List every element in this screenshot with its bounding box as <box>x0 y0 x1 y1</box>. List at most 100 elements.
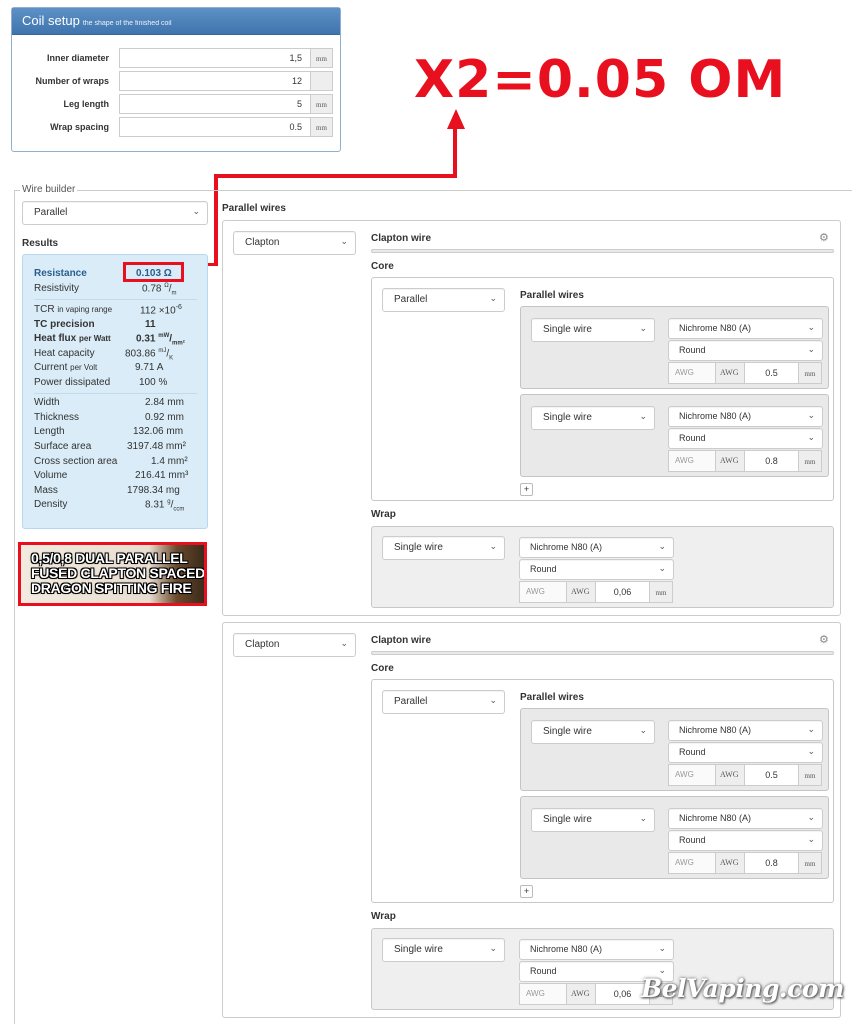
shape-select[interactable]: Round ⌄ <box>668 340 823 361</box>
awg-input[interactable]: AWG <box>519 983 567 1005</box>
result-value: 132.06 mm <box>133 426 184 437</box>
wire-kind-select[interactable]: Clapton ⌄ <box>233 633 356 657</box>
chevron-down-icon: ⌄ <box>807 746 815 756</box>
leg-length-input[interactable]: 5 <box>119 94 311 114</box>
result-label: Power dissipated <box>34 377 111 388</box>
result-label: Density <box>34 499 68 510</box>
shape-select[interactable]: Round ⌄ <box>668 742 823 763</box>
coil-row-wrap-spacing: Wrap spacing 0.5 mm <box>12 117 342 138</box>
field-label: Leg length <box>63 99 110 109</box>
material-select[interactable]: Nichrome N80 (A) ⌄ <box>668 720 823 741</box>
unit-addon: mm <box>798 362 822 384</box>
chevron-down-icon: ⌄ <box>489 541 497 551</box>
material-select[interactable]: Nichrome N80 (A) ⌄ <box>668 808 823 829</box>
awg-toggle-button[interactable]: AWG <box>566 581 596 603</box>
chevron-down-icon: ⌄ <box>639 411 647 421</box>
awg-input[interactable]: AWG <box>668 450 716 472</box>
awg-toggle-button[interactable]: AWG <box>566 983 596 1005</box>
strand-type-select[interactable]: Single wire ⌄ <box>531 318 655 342</box>
result-value: 1.4 mm² <box>151 456 188 467</box>
inner-diameter-input[interactable]: 1,5 <box>119 48 311 68</box>
coil-setup-header: Coil setup the shape of the finished coil <box>12 8 340 35</box>
wire-builder-legend: Wire builder <box>20 184 78 195</box>
diameter-input[interactable]: 0.5 <box>744 764 799 786</box>
result-label: TCR in vaping range <box>34 304 113 315</box>
chevron-down-icon: ⌄ <box>489 943 497 953</box>
result-label: Width <box>34 397 60 408</box>
unit-addon: mm <box>798 450 822 472</box>
annotation-text: X2=0.05 OM <box>414 50 787 110</box>
coil-setup-subtitle: the shape of the finished coil <box>82 20 172 27</box>
awg-input[interactable]: AWG <box>668 852 716 874</box>
strand-type-select[interactable]: Single wire ⌄ <box>531 720 655 744</box>
result-label: Length <box>34 426 65 437</box>
wire-type-select[interactable]: Parallel ⌄ <box>22 201 208 225</box>
core-type-select[interactable]: Parallel ⌄ <box>382 690 505 714</box>
core-type-select[interactable]: Parallel ⌄ <box>382 288 505 312</box>
awg-toggle-button[interactable]: AWG <box>715 764 745 786</box>
result-value: 803.86 mJ/K <box>125 348 174 362</box>
annotation-arrow-head <box>447 109 465 129</box>
field-label: Number of wraps <box>35 76 109 86</box>
watermark: BelVaping.com <box>640 974 845 1003</box>
wrap-type-select[interactable]: Single wire ⌄ <box>382 938 505 962</box>
coil-row-wraps: Number of wraps 12 <box>12 71 342 92</box>
awg-input[interactable]: AWG <box>668 362 716 384</box>
result-value: 3197.48 mm² <box>127 441 186 452</box>
awg-toggle-button[interactable]: AWG <box>715 362 745 384</box>
add-strand-button[interactable]: + <box>520 885 533 898</box>
result-label: Resistance <box>34 268 87 279</box>
wraps-input[interactable]: 12 <box>119 71 311 91</box>
core-label: Core <box>371 261 394 272</box>
chevron-down-icon: ⌄ <box>639 725 647 735</box>
chevron-down-icon: ⌄ <box>489 293 497 303</box>
material-select[interactable]: Nichrome N80 (A) ⌄ <box>668 318 823 339</box>
result-label: Surface area <box>34 441 92 452</box>
shape-select[interactable]: Round ⌄ <box>668 428 823 449</box>
diameter-input[interactable]: 0.5 <box>744 362 799 384</box>
gear-icon[interactable]: ⚙ <box>819 231 829 244</box>
unit-addon: mm <box>310 48 333 68</box>
progress-bar <box>371 249 834 253</box>
chevron-down-icon: ⌄ <box>807 344 815 354</box>
chevron-down-icon: ⌄ <box>658 943 666 953</box>
awg-toggle-button[interactable]: AWG <box>715 450 745 472</box>
strand-type-select[interactable]: Single wire ⌄ <box>531 808 655 832</box>
progress-bar <box>371 651 834 655</box>
chevron-down-icon: ⌄ <box>639 323 647 333</box>
thumbnail-caption: 0,5/0,8 DUAL PARALLEL FUSED CLAPTON SPAC… <box>31 550 205 596</box>
wrap-spacing-input[interactable]: 0.5 <box>119 117 311 137</box>
shape-select[interactable]: Round ⌄ <box>668 830 823 851</box>
wire-kind-select[interactable]: Clapton ⌄ <box>233 231 356 255</box>
strand-type-select[interactable]: Single wire ⌄ <box>531 406 655 430</box>
gear-icon[interactable]: ⚙ <box>819 633 829 646</box>
awg-toggle-button[interactable]: AWG <box>715 852 745 874</box>
result-label: Heat capacity <box>34 348 95 359</box>
coil-row-leg-length: Leg length 5 mm <box>12 94 342 115</box>
awg-input[interactable]: AWG <box>668 764 716 786</box>
add-strand-button[interactable]: + <box>520 483 533 496</box>
chevron-down-icon: ⌄ <box>807 812 815 822</box>
awg-input[interactable]: AWG <box>519 581 567 603</box>
wrap-shape-select[interactable]: Round ⌄ <box>519 559 674 580</box>
wrap-material-select[interactable]: Nichrome N80 (A) ⌄ <box>519 537 674 558</box>
result-value: 1798.34 mg <box>127 485 180 496</box>
chevron-down-icon: ⌄ <box>489 695 497 705</box>
wrap-material-select[interactable]: Nichrome N80 (A) ⌄ <box>519 939 674 960</box>
results-title: Results <box>22 238 59 249</box>
wrap-diameter-input[interactable]: 0,06 <box>595 581 650 603</box>
video-thumbnail[interactable]: 0,5/0,8 DUAL PARALLEL FUSED CLAPTON SPAC… <box>18 542 207 606</box>
diameter-input[interactable]: 0.8 <box>744 852 799 874</box>
chevron-down-icon: ⌄ <box>807 724 815 734</box>
clapton-wire-title: Clapton wire <box>371 233 432 244</box>
wrap-type-select[interactable]: Single wire ⌄ <box>382 536 505 560</box>
annotation-line <box>214 174 457 178</box>
result-value: 11 <box>145 319 156 330</box>
chevron-down-icon: ⌄ <box>658 563 666 573</box>
result-label: Heat flux per Watt <box>34 333 111 344</box>
chevron-down-icon: ⌄ <box>658 541 666 551</box>
material-select[interactable]: Nichrome N80 (A) ⌄ <box>668 406 823 427</box>
fieldset-border <box>14 190 15 1024</box>
diameter-input[interactable]: 0.8 <box>744 450 799 472</box>
core-label: Core <box>371 663 394 674</box>
